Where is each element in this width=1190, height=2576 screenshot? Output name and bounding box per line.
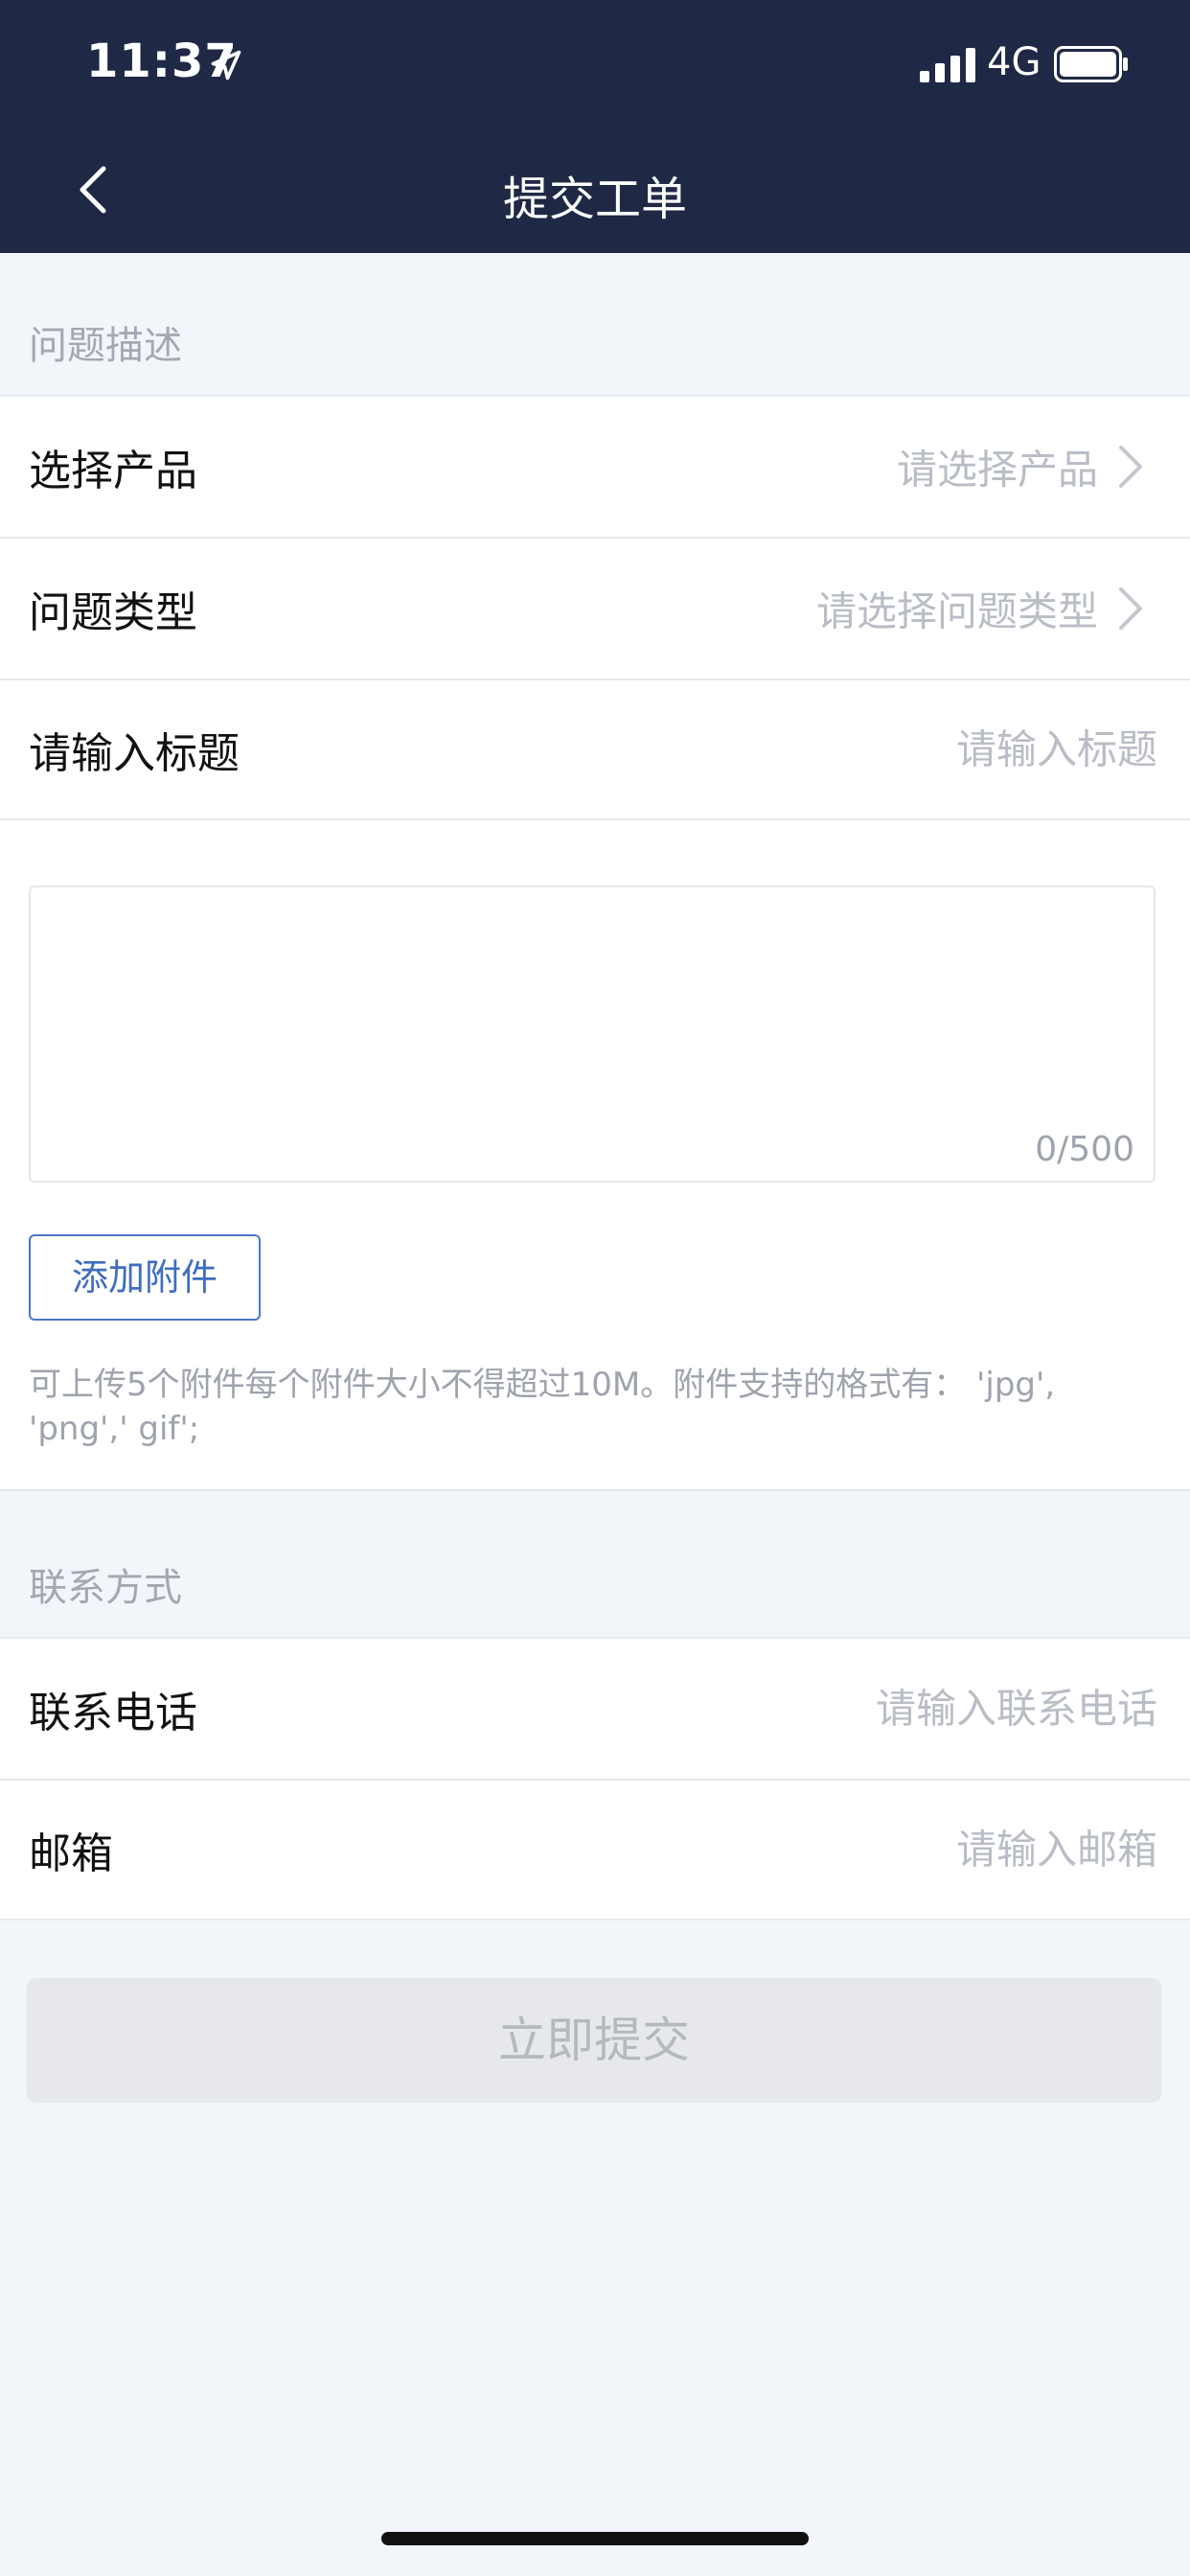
title-input[interactable] xyxy=(583,725,1157,773)
section-label-problem: 问题描述 xyxy=(29,324,182,368)
page-title: 提交工单 xyxy=(502,172,687,226)
row-label: 邮箱 xyxy=(29,1829,113,1878)
add-attachment-button[interactable]: 添加附件 xyxy=(29,1234,261,1321)
title-row: 请输入标题 xyxy=(0,678,1190,820)
phone-row: 联系电话 xyxy=(0,1637,1190,1779)
select-product-row[interactable]: 选择产品 请选择产品 xyxy=(0,395,1190,537)
location-arrow-icon xyxy=(211,50,241,80)
description-block: 0/500 添加附件 可上传5个附件每个附件大小不得超过10M。附件支持的格式有… xyxy=(0,820,1190,1491)
email-input[interactable] xyxy=(583,1826,1157,1874)
chevron-right-icon xyxy=(1119,587,1142,630)
problem-type-row[interactable]: 问题类型 请选择问题类型 xyxy=(0,537,1190,678)
row-label: 选择产品 xyxy=(29,447,197,495)
header: 11:37 4G 提交工单 xyxy=(0,0,1190,253)
home-indicator[interactable] xyxy=(381,2532,809,2545)
nav-bar: 提交工单 xyxy=(0,144,1190,240)
phone-input[interactable] xyxy=(583,1685,1157,1733)
row-label: 联系电话 xyxy=(29,1689,197,1737)
status-bar: 11:37 4G xyxy=(0,0,1190,126)
email-row: 邮箱 xyxy=(0,1779,1190,1920)
row-label: 问题类型 xyxy=(29,588,197,637)
attachment-hint: 可上传5个附件每个附件大小不得超过10M。附件支持的格式有： 'jpg', 'p… xyxy=(29,1366,1056,1448)
network-type: 4G xyxy=(987,40,1041,84)
submit-button[interactable]: 立即提交 xyxy=(27,1978,1161,2103)
row-label: 请输入标题 xyxy=(29,729,240,778)
section-label-contact: 联系方式 xyxy=(29,1566,182,1610)
description-box: 0/500 xyxy=(29,886,1156,1183)
signal-icon xyxy=(920,48,975,82)
chevron-right-icon xyxy=(1119,446,1142,488)
battery-icon xyxy=(1054,46,1128,82)
description-textarea[interactable] xyxy=(46,903,1138,1123)
problem-type-placeholder: 请选择问题类型 xyxy=(815,587,1098,635)
submit-ticket-screen: 11:37 4G 提交工单 问题描述 选择产品 请选择产品 问题类型 请选择问题… xyxy=(0,0,1190,2576)
char-counter: 0/500 xyxy=(1035,1130,1134,1169)
product-placeholder: 请选择产品 xyxy=(896,446,1098,494)
